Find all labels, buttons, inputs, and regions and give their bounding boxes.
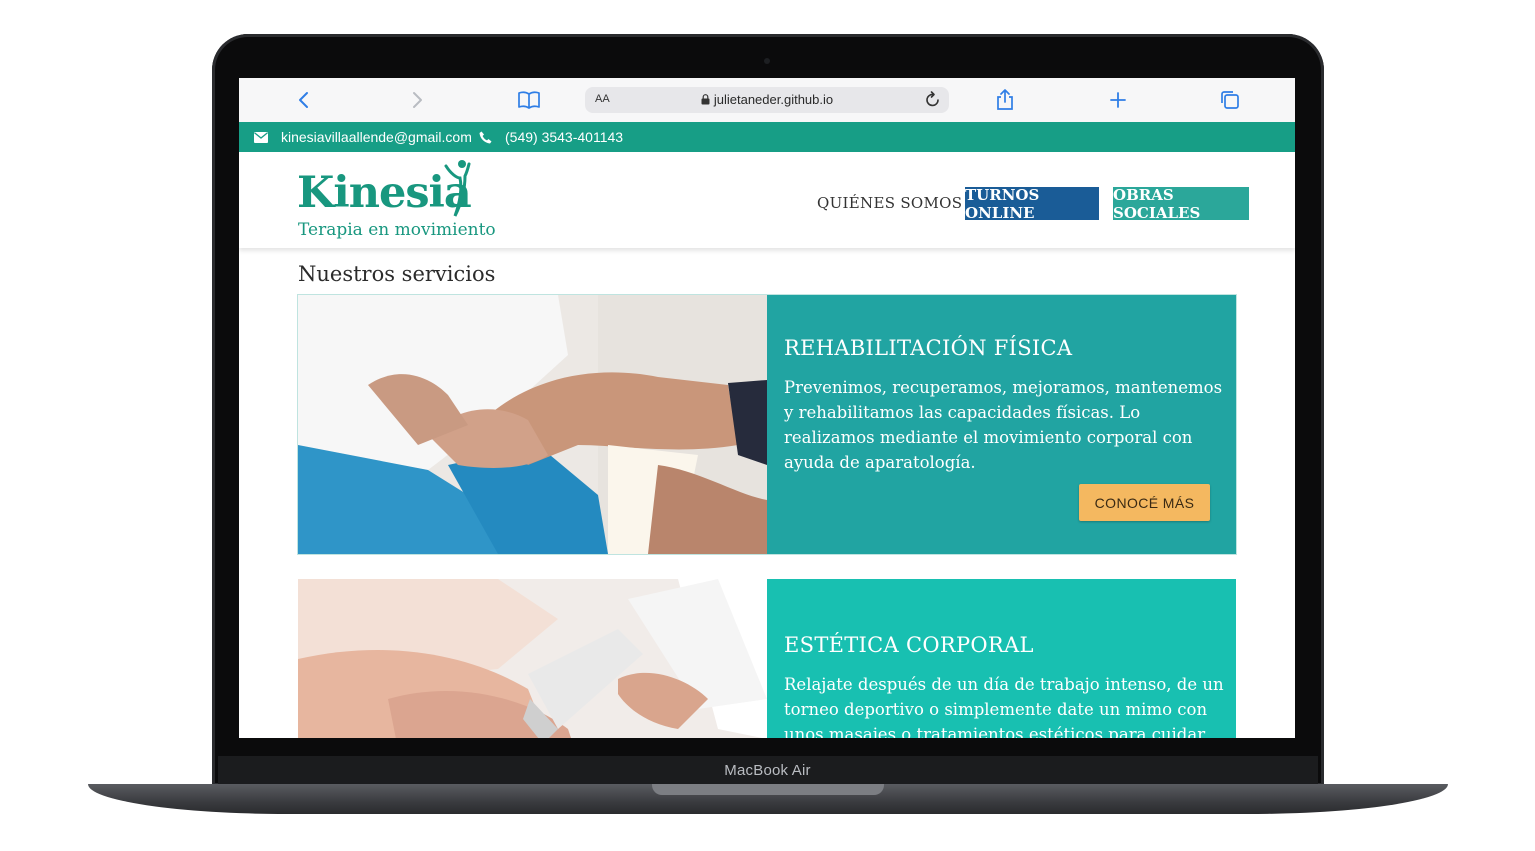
camera [764,58,770,64]
lock-icon [701,94,710,105]
nav-obras-sociales-button[interactable]: OBRAS SOCIALES [1113,186,1249,222]
reload-button[interactable] [925,90,941,113]
rehab-photo [298,295,767,554]
book-icon [518,91,540,109]
service-body-estetica: ESTÉTICA CORPORAL Relajate después de un… [767,579,1236,738]
email-contact[interactable]: kinesiavillaallende@gmail.com [254,129,472,145]
estetica-photo [298,579,767,738]
nav-quienes-somos[interactable]: QUIÉNES SOMOS [817,194,962,212]
forward-button[interactable] [403,86,431,114]
chevron-left-icon [299,92,308,108]
chevron-right-icon [413,92,422,108]
service-title: REHABILITACIÓN FÍSICA [784,336,1073,360]
screen: AA julietaneder.github.io kinesiavillaal… [239,78,1295,738]
nav-turnos-online-button[interactable]: TURNOS ONLINE [965,186,1099,222]
person-figure-icon [444,160,471,217]
back-button[interactable] [290,86,318,114]
phone-icon [479,131,492,143]
email-text: kinesiavillaallende@gmail.com [281,129,472,145]
laptop-notch [652,784,884,795]
service-card-estetica: ESTÉTICA CORPORAL Relajate después de un… [298,579,1236,738]
service-description: Relajate después de un día de trabajo in… [784,675,1224,738]
conoce-mas-button[interactable]: CONOCÉ MÁS [1079,484,1210,521]
phone-text: (549) 3543-401143 [505,129,624,145]
tabs-icon [1221,91,1239,109]
share-icon [997,89,1013,110]
device-model-label: MacBook Air [724,762,811,779]
envelope-icon [254,131,268,143]
reload-icon [926,91,939,107]
bookmarks-button[interactable] [515,86,543,114]
address-bar[interactable]: AA julietaneder.github.io [585,87,949,113]
plus-icon [1110,92,1126,108]
service-image-rehabilitacion [298,295,767,554]
service-body-rehabilitacion: REHABILITACIÓN FÍSICA Prevenimos, recupe… [767,295,1236,554]
share-button[interactable] [991,86,1019,114]
url-text: julietaneder.github.io [713,92,834,107]
url-field[interactable]: julietaneder.github.io [585,92,949,107]
new-tab-button[interactable] [1104,86,1132,114]
service-image-estetica [298,579,767,738]
service-title: ESTÉTICA CORPORAL [784,633,1034,657]
service-description: Prevenimos, recuperamos, mejoramos, mant… [784,378,1223,472]
phone-contact[interactable]: (549) 3543-401143 [479,129,623,145]
site-header: Kinesia Terapia en movimiento QUIÉNES SO… [239,152,1295,248]
tabs-overview-button[interactable] [1216,86,1244,114]
section-title: Nuestros servicios [298,262,496,286]
browser-toolbar: AA julietaneder.github.io [239,78,1295,123]
service-card-rehabilitacion: REHABILITACIÓN FÍSICA Prevenimos, recupe… [297,294,1237,555]
contact-bar: kinesiavillaallende@gmail.com (549) 3543… [239,122,1295,152]
logo-tagline: Terapia en movimiento [298,220,496,240]
